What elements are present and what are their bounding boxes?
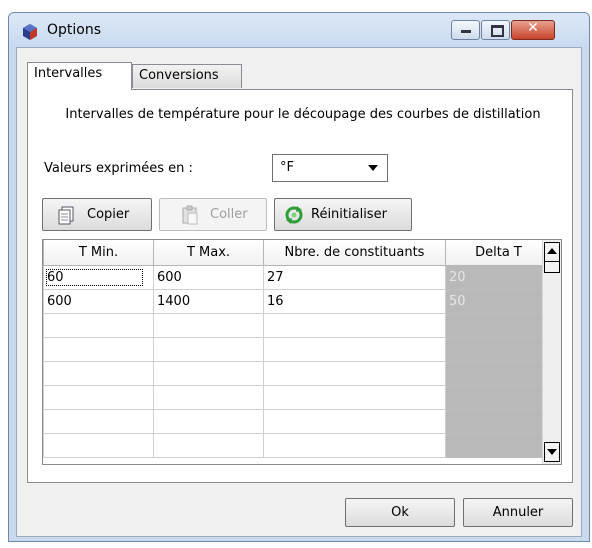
intervals-grid[interactable]: T Min. T Max. Nbre. de constituants Delt… [42,239,562,465]
cell-empty[interactable] [263,385,446,410]
table-row-empty [43,433,552,458]
cell-delta-t: 50 [445,289,552,314]
cell-empty[interactable] [43,337,154,362]
cell-empty[interactable] [263,337,446,362]
cell-empty-delta [445,385,552,410]
scroll-down-button[interactable] [544,442,560,462]
column-header-constituents[interactable]: Nbre. de constituants [263,240,446,266]
cell-empty[interactable] [153,337,264,362]
minimize-button[interactable] [451,20,480,40]
arrow-down-icon [547,449,557,455]
table-row-empty [43,409,552,434]
table-row-empty [43,313,552,338]
cell-empty[interactable] [43,409,154,434]
cell-empty[interactable] [153,409,264,434]
table-row: 600 1400 16 50 [43,289,552,314]
close-button[interactable]: ✕ [511,20,555,40]
description-text: Intervalles de température pour le décou… [65,107,541,122]
table-row-empty [43,337,552,362]
cell-t-min[interactable]: 600 [43,289,154,314]
cell-empty[interactable] [43,385,154,410]
cell-t-min[interactable]: 60 [43,265,154,290]
reset-label: Réinitialiser [311,207,387,222]
app-icon [23,24,37,40]
cell-empty[interactable] [153,385,264,410]
cell-delta-t: 20 [445,265,552,290]
cell-empty[interactable] [43,313,154,338]
cell-empty[interactable] [263,361,446,386]
cell-t-max[interactable]: 600 [153,265,264,290]
cell-empty[interactable] [153,313,264,338]
table-row: 60 600 27 20 [43,265,552,290]
intervals-table: T Min. T Max. Nbre. de constituants Delt… [43,240,552,458]
cell-empty[interactable] [153,433,264,458]
arrow-up-icon [547,248,557,254]
units-select[interactable]: °F [272,154,388,182]
paste-icon [182,205,198,225]
column-header-t-min[interactable]: T Min. [43,240,154,266]
cell-empty-delta [445,313,552,338]
cell-empty-delta [445,433,552,458]
cell-empty[interactable] [43,361,154,386]
cell-empty-delta [445,361,552,386]
column-header-t-max[interactable]: T Max. [153,240,264,266]
paste-button[interactable]: Coller [159,198,267,231]
minimize-icon [461,30,471,33]
cell-empty[interactable] [153,361,264,386]
column-header-delta-t[interactable]: Delta T [445,240,552,266]
window-title: Options [47,22,102,38]
paste-label: Coller [210,207,248,222]
cell-empty-delta [445,409,552,434]
dialog-body: Intervalles Conversions Intervalles de t… [16,47,582,537]
tab-panel-intervalles: Intervalles de température pour le décou… [27,89,573,483]
copy-button[interactable]: Copier [42,198,152,231]
scroll-up-button[interactable] [544,242,560,262]
cell-empty[interactable] [263,409,446,434]
cell-value: 60 [46,269,143,286]
cancel-button[interactable]: Annuler [463,498,573,527]
maximize-icon [491,25,504,37]
cell-constituents[interactable]: 27 [263,265,446,290]
cell-empty[interactable] [263,313,446,338]
units-label: Valeurs exprimées en : [44,161,193,176]
chevron-down-icon [368,165,378,171]
reset-icon [285,206,303,224]
scrollbar-thumb[interactable] [544,262,560,273]
reset-button[interactable]: Réinitialiser [274,198,412,231]
table-header-row: T Min. T Max. Nbre. de constituants Delt… [43,240,552,266]
table-row-empty [43,385,552,410]
tab-intervalles[interactable]: Intervalles [27,62,132,90]
cell-constituents[interactable]: 16 [263,289,446,314]
table-row-empty [43,361,552,386]
cell-t-max[interactable]: 1400 [153,289,264,314]
options-window: Options ✕ Intervalles Conversions Interv… [8,12,590,542]
maximize-button[interactable] [481,20,510,40]
cell-empty-delta [445,337,552,362]
cell-empty[interactable] [43,433,154,458]
copy-label: Copier [87,207,130,222]
units-select-value: °F [280,160,294,175]
vertical-scrollbar[interactable] [542,240,561,464]
copy-icon [58,206,74,225]
tab-conversions[interactable]: Conversions [132,64,242,88]
title-bar[interactable]: Options ✕ [9,13,589,47]
ok-button[interactable]: Ok [345,498,455,527]
close-icon: ✕ [527,20,539,36]
cell-empty[interactable] [263,433,446,458]
